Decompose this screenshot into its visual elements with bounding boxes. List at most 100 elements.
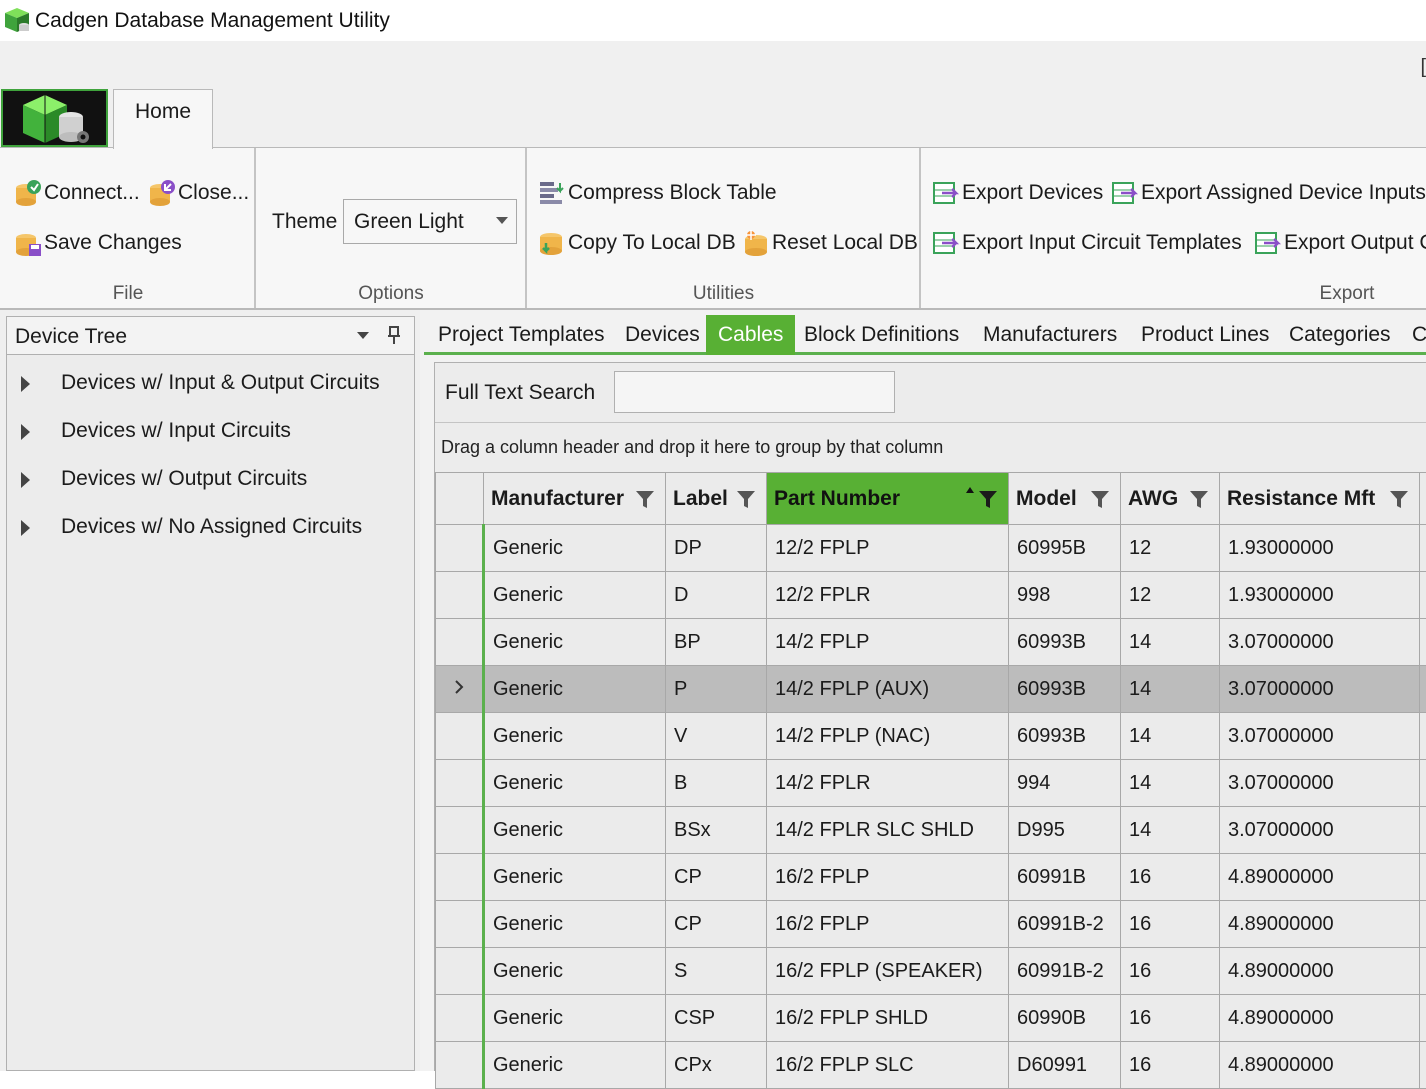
filter-icon[interactable] bbox=[736, 489, 756, 509]
cell-resistance[interactable]: 4.89000000 bbox=[1220, 1042, 1420, 1089]
row-indicator[interactable] bbox=[436, 854, 484, 901]
column-header-manufacturer[interactable]: Manufacturer bbox=[484, 473, 666, 525]
cell-part-number[interactable]: 16/2 FPLP bbox=[767, 854, 1009, 901]
cell-resistance[interactable]: 4.89000000 bbox=[1220, 901, 1420, 948]
column-header-resistance[interactable]: Resistance Mft bbox=[1220, 473, 1420, 525]
cell-resistance[interactable]: 3.07000000 bbox=[1220, 760, 1420, 807]
table-row[interactable]: Generic S 16/2 FPLP (SPEAKER) 60991B-2 1… bbox=[436, 948, 1426, 995]
expand-arrow-icon[interactable] bbox=[21, 424, 30, 440]
cell-manufacturer[interactable]: Generic bbox=[484, 666, 666, 713]
cell-label[interactable]: D bbox=[666, 572, 767, 619]
export-input-circuit-templates-button[interactable]: Export Input Circuit Templates bbox=[932, 228, 1242, 258]
tab-manufacturers[interactable]: Manufacturers bbox=[983, 315, 1117, 355]
table-row[interactable]: Generic CSP 16/2 FPLP SHLD 60990B 16 4.8… bbox=[436, 995, 1426, 1042]
table-row-current[interactable]: Generic P 14/2 FPLP (AUX) 60993B 14 3.07… bbox=[436, 666, 1426, 713]
cell-part-number[interactable]: 14/2 FPLP bbox=[767, 619, 1009, 666]
row-indicator[interactable] bbox=[436, 572, 484, 619]
theme-dropdown[interactable]: Green Light bbox=[343, 199, 517, 244]
filter-icon[interactable] bbox=[1090, 489, 1110, 509]
table-row[interactable]: Generic CP 16/2 FPLP 60991B 16 4.8900000… bbox=[436, 854, 1426, 901]
cell-label[interactable]: DP bbox=[666, 525, 767, 572]
row-indicator[interactable] bbox=[436, 525, 484, 572]
cell-awg[interactable]: 16 bbox=[1121, 1042, 1220, 1089]
tab-product-lines[interactable]: Product Lines bbox=[1141, 315, 1269, 355]
cell-model[interactable]: 994 bbox=[1009, 760, 1121, 807]
cell-model[interactable]: 60991B-2 bbox=[1009, 901, 1121, 948]
table-row[interactable]: Generic BP 14/2 FPLP 60993B 14 3.0700000… bbox=[436, 619, 1426, 666]
cell-awg[interactable]: 16 bbox=[1121, 854, 1220, 901]
filter-icon[interactable] bbox=[1389, 489, 1409, 509]
tree-item-input-output-circuits[interactable]: Devices w/ Input & Output Circuits bbox=[7, 362, 414, 406]
export-output-circuit-templates-button[interactable]: Export Output C bbox=[1254, 228, 1426, 258]
cell-model[interactable]: 60993B bbox=[1009, 666, 1121, 713]
cell-overflow[interactable]: 3 bbox=[1420, 901, 1426, 948]
cell-model[interactable]: 60991B-2 bbox=[1009, 948, 1121, 995]
cell-part-number[interactable]: 14/2 FPLR bbox=[767, 760, 1009, 807]
pin-icon[interactable] bbox=[387, 325, 401, 345]
reset-local-db-button[interactable]: Reset Local DB bbox=[742, 228, 918, 258]
cell-resistance[interactable]: 1.93000000 bbox=[1220, 525, 1420, 572]
cell-part-number[interactable]: 16/2 FPLP SLC bbox=[767, 1042, 1009, 1089]
cell-model[interactable]: 998 bbox=[1009, 572, 1121, 619]
column-header-part-number[interactable]: Part Number bbox=[767, 473, 1009, 525]
cell-manufacturer[interactable]: Generic bbox=[484, 807, 666, 854]
cell-part-number[interactable]: 16/2 FPLP (SPEAKER) bbox=[767, 948, 1009, 995]
tab-categories[interactable]: Categories bbox=[1289, 315, 1391, 355]
tab-project-templates[interactable]: Project Templates bbox=[438, 315, 605, 355]
tree-item-output-circuits[interactable]: Devices w/ Output Circuits bbox=[7, 458, 414, 502]
cell-overflow[interactable]: 3 bbox=[1420, 807, 1426, 854]
cell-manufacturer[interactable]: Generic bbox=[484, 619, 666, 666]
cell-part-number[interactable]: 16/2 FPLP bbox=[767, 901, 1009, 948]
cell-resistance[interactable]: 4.89000000 bbox=[1220, 995, 1420, 1042]
cell-manufacturer[interactable]: Generic bbox=[484, 854, 666, 901]
tab-cables[interactable]: Cables bbox=[706, 315, 795, 355]
table-row[interactable]: Generic BSx 14/2 FPLR SLC SHLD D995 14 3… bbox=[436, 807, 1426, 854]
connect-button[interactable]: Connect... bbox=[14, 178, 140, 208]
cell-part-number[interactable]: 14/2 FPLR SLC SHLD bbox=[767, 807, 1009, 854]
export-devices-button[interactable]: Export Devices bbox=[932, 178, 1103, 208]
cell-model[interactable]: D60991 bbox=[1009, 1042, 1121, 1089]
cell-overflow[interactable]: 2 bbox=[1420, 572, 1426, 619]
cell-awg[interactable]: 16 bbox=[1121, 995, 1220, 1042]
close-button[interactable]: Close... bbox=[148, 178, 249, 208]
row-indicator[interactable] bbox=[436, 760, 484, 807]
cell-manufacturer[interactable]: Generic bbox=[484, 948, 666, 995]
cell-part-number[interactable]: 12/2 FPLR bbox=[767, 572, 1009, 619]
row-indicator[interactable] bbox=[436, 713, 484, 760]
cell-part-number[interactable]: 16/2 FPLP SHLD bbox=[767, 995, 1009, 1042]
cell-resistance[interactable]: 1.93000000 bbox=[1220, 572, 1420, 619]
table-row[interactable]: Generic B 14/2 FPLR 994 14 3.07000000 2 bbox=[436, 760, 1426, 807]
cell-overflow[interactable] bbox=[1420, 1042, 1426, 1089]
row-indicator[interactable] bbox=[436, 619, 484, 666]
expand-arrow-icon[interactable] bbox=[21, 472, 30, 488]
cell-label[interactable]: BSx bbox=[666, 807, 767, 854]
cell-part-number[interactable]: 14/2 FPLP (NAC) bbox=[767, 713, 1009, 760]
cell-resistance[interactable]: 3.07000000 bbox=[1220, 713, 1420, 760]
cell-part-number[interactable]: 14/2 FPLP (AUX) bbox=[767, 666, 1009, 713]
cell-manufacturer[interactable]: Generic bbox=[484, 713, 666, 760]
cell-model[interactable]: D995 bbox=[1009, 807, 1121, 854]
cell-manufacturer[interactable]: Generic bbox=[484, 1042, 666, 1089]
column-header-label-col[interactable]: Label bbox=[666, 473, 767, 525]
export-assigned-device-inputs-button[interactable]: Export Assigned Device Inputs bbox=[1111, 178, 1426, 208]
cell-label[interactable]: S bbox=[666, 948, 767, 995]
filter-icon[interactable] bbox=[635, 489, 655, 509]
cell-resistance[interactable]: 3.07000000 bbox=[1220, 666, 1420, 713]
cell-manufacturer[interactable]: Generic bbox=[484, 995, 666, 1042]
cell-manufacturer[interactable]: Generic bbox=[484, 760, 666, 807]
cell-manufacturer[interactable]: Generic bbox=[484, 901, 666, 948]
filter-icon[interactable] bbox=[978, 489, 998, 509]
cell-overflow[interactable]: 3 bbox=[1420, 713, 1426, 760]
table-row[interactable]: Generic CP 16/2 FPLP 60991B-2 16 4.89000… bbox=[436, 901, 1426, 948]
group-panel-hint[interactable]: Drag a column header and drop it here to… bbox=[441, 437, 943, 458]
cell-resistance[interactable]: 4.89000000 bbox=[1220, 854, 1420, 901]
row-indicator[interactable] bbox=[436, 666, 484, 713]
cell-awg[interactable]: 14 bbox=[1121, 807, 1220, 854]
tab-home[interactable]: Home bbox=[113, 89, 213, 149]
row-indicator[interactable] bbox=[436, 948, 484, 995]
cell-label[interactable]: V bbox=[666, 713, 767, 760]
row-indicator[interactable] bbox=[436, 901, 484, 948]
cell-overflow[interactable]: 2 bbox=[1420, 760, 1426, 807]
row-indicator[interactable] bbox=[436, 1042, 484, 1089]
table-row[interactable]: Generic DP 12/2 FPLP 60995B 12 1.9300000… bbox=[436, 525, 1426, 572]
